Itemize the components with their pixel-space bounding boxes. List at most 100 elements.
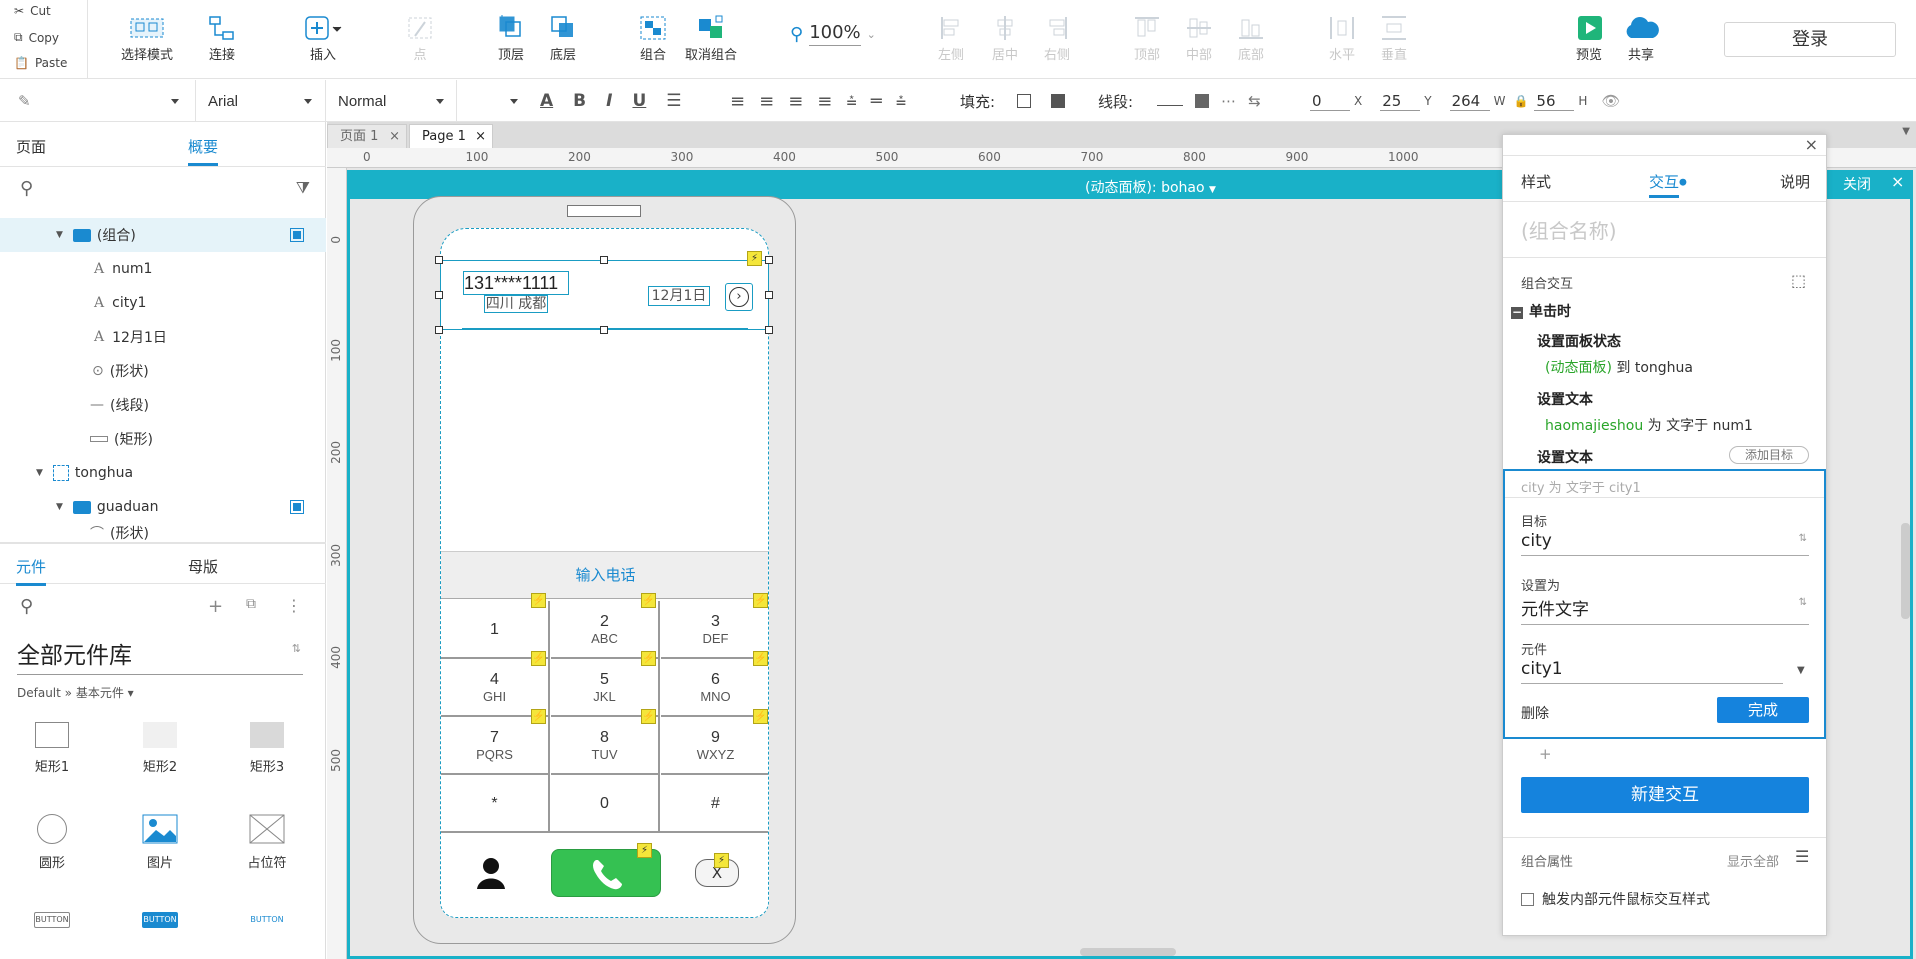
widget-placeholder[interactable]: 占位符 [222,814,312,871]
trigger-mouse-style-checkbox[interactable]: 触发内部元件鼠标交互样式 [1521,889,1710,909]
text-align-center-icon[interactable]: ≡ [759,91,774,112]
date-text[interactable]: 12月1日 [648,286,710,306]
more-menu-icon[interactable]: ⋮ [286,596,302,615]
widget-select[interactable]: city1 [1521,659,1783,684]
library-manage-icon[interactable]: ⧉ [246,596,256,612]
widget-rect2[interactable]: 矩形2 [115,722,205,775]
font-color-icon[interactable]: A [540,91,553,111]
resize-handle[interactable] [765,291,773,299]
tab-style[interactable]: 样式 [1521,171,1551,192]
keypad-key-9[interactable]: 9 WXYZ ⚡ [661,709,768,775]
send-to-back-button[interactable]: 底层 [526,12,600,72]
tree-item-num1[interactable]: A num1 [0,252,326,286]
menu-icon[interactable]: ☰ [1795,847,1809,866]
line-pattern-icon[interactable]: ⋯ [1221,92,1236,110]
resize-handle[interactable] [765,326,773,334]
visibility-eye-icon[interactable]: 👁 [1601,92,1620,110]
close-icon[interactable]: × [1805,135,1818,154]
x-input[interactable]: 0 [1310,92,1350,111]
collapse-minus-icon[interactable]: − [1511,306,1523,319]
widget-rect1[interactable]: 矩形1 [7,722,97,775]
paste-button[interactable]: 📋 Paste [14,56,67,70]
close-icon[interactable]: × [389,125,400,149]
widget-primary-button[interactable]: BUTTON [115,912,205,930]
widget-rect3[interactable]: 矩形3 [222,722,312,775]
connect-button[interactable]: 连接 [185,12,259,72]
keypad-key-hash[interactable]: # [661,775,768,833]
expand-arrow-icon[interactable]: ▼ [56,230,63,240]
select-mode-button[interactable]: 选择模式 [110,12,184,72]
text-align-right-icon[interactable]: ≡ [788,91,803,112]
style-picker[interactable]: ✎ [18,80,188,122]
widget-link-button[interactable]: BUTTON [222,912,312,930]
resize-handle[interactable] [435,291,443,299]
add-target-button[interactable]: 添加目标 [1729,446,1809,464]
font-style-select[interactable]: Normal [325,80,452,122]
library-search[interactable]: ⚲ + ⧉ ⋮ [20,596,310,620]
group-name-input[interactable]: (组合名称) [1521,215,1809,244]
delete-action-button[interactable]: 删除 [1521,703,1549,723]
tree-item-tonghua[interactable]: ▼ tonghua [0,456,326,490]
bold-icon[interactable]: B [573,91,586,111]
library-path[interactable]: Default » 基本元件 ▾ [17,684,134,701]
valign-top-icon[interactable]: ⩮ [846,91,857,112]
tab-outline[interactable]: 概要 [188,136,219,166]
widget-image[interactable]: 图片 [115,814,205,871]
action3-title[interactable]: 设置文本 [1537,447,1593,467]
widget-button[interactable]: BUTTON [7,912,97,930]
arrow-style-icon[interactable]: ⇆ [1248,92,1261,110]
add-action-button[interactable]: + [1539,745,1552,763]
close-panel-button[interactable]: 关闭 × [1827,170,1913,196]
align-bottom-button[interactable]: 底部 [1214,12,1288,72]
tab-interactions[interactable]: 交互● [1649,171,1687,198]
new-interaction-button[interactable]: 新建交互 [1521,777,1809,813]
chevron-down-icon[interactable]: ▼ [1797,665,1805,676]
tree-item-shape[interactable]: ⊙ (形状) [0,354,326,388]
interaction-settings-icon[interactable]: ⬚ [1791,271,1806,290]
bullet-list-icon[interactable]: ☰ [666,91,681,111]
tree-item-line[interactable]: — (线段) [0,388,326,422]
done-button[interactable]: 完成 [1717,697,1809,723]
tree-item-rect[interactable]: (矩形) [0,422,326,456]
underline-icon[interactable]: U [632,91,646,111]
resize-handle[interactable] [600,256,608,264]
resize-handle[interactable] [765,256,773,264]
text-justify-icon[interactable]: ≡ [817,91,832,112]
city-text[interactable]: 四川 成都 [484,295,548,313]
detail-shape[interactable]: › [725,283,753,311]
keypad-key-0[interactable]: 0 [551,775,660,833]
expand-arrow-icon[interactable]: ▼ [56,502,63,512]
ungroup-button[interactable]: 取消组合 [674,12,748,72]
widget-circle[interactable]: 圆形 [7,814,97,871]
canvas-scrollbar-v[interactable] [1901,523,1910,619]
shadow-swatch[interactable] [1051,94,1066,108]
tree-item-guaduan[interactable]: ▼ guaduan [0,490,326,524]
expand-arrow-icon[interactable]: ▼ [36,468,43,478]
tab-widgets[interactable]: 元件 [16,556,47,586]
insert-button[interactable]: 插入 [286,12,360,72]
tab-notes[interactable]: 说明 [1780,171,1810,192]
keypad-key-8[interactable]: 8 TUV ⚡ [551,709,660,775]
action1-title[interactable]: 设置面板状态 [1537,331,1621,351]
copy-button[interactable]: ⧉ Copy [14,30,59,45]
tree-item-shape-2[interactable]: ⌒ (形状) [0,524,326,542]
add-library-icon[interactable]: + [208,596,223,617]
resize-handle[interactable] [600,326,608,334]
filter-icon[interactable]: ⧩ [296,178,310,198]
resize-handle[interactable] [435,326,443,334]
contacts-person-icon[interactable] [475,855,507,897]
show-all-link[interactable]: 显示全部 [1727,851,1779,870]
resize-handle[interactable] [435,256,443,264]
valign-bottom-icon[interactable]: ⩮ [896,91,907,112]
line-weight-swatch[interactable] [1195,94,1210,108]
action2-title[interactable]: 设置文本 [1537,389,1593,409]
keypad-key-7[interactable]: 7 PQRS ⚡ [441,709,550,775]
valign-middle-icon[interactable]: ═ [871,91,882,112]
font-family-select[interactable]: Arial [195,80,320,122]
close-icon[interactable]: × [475,125,486,149]
share-button[interactable]: 共享 [1604,12,1678,72]
align-right-button[interactable]: 右侧 [1020,12,1094,72]
target-select[interactable]: city ⇅ [1521,531,1809,556]
text-align-left-icon[interactable]: ≡ [730,91,745,112]
dynamic-panel-title[interactable]: (动态面板): bohao ▼ [1085,177,1216,197]
